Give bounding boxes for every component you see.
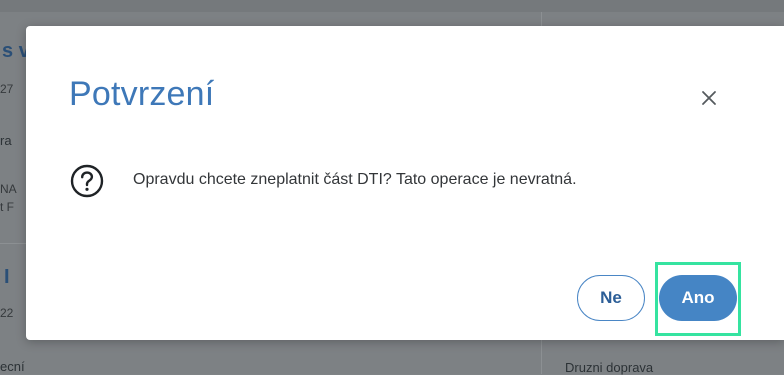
no-button[interactable]: Ne: [577, 275, 645, 321]
dialog-message: Opravdu chcete zneplatnit část DTI? Tato…: [133, 171, 577, 188]
background-topbar: [0, 0, 784, 12]
close-icon: [702, 91, 716, 105]
dialog-title: Potvrzení: [69, 75, 215, 113]
question-circle-icon: [70, 164, 104, 198]
background-text: 22: [0, 306, 14, 320]
background-text: NA: [0, 182, 17, 196]
background-text: ecní: [0, 359, 25, 374]
close-button[interactable]: [696, 85, 722, 111]
background-text: Druzni doprava: [565, 360, 654, 375]
background-text: I: [4, 266, 10, 288]
background-text: t F: [0, 200, 14, 214]
background-text: ra: [0, 133, 12, 148]
yes-button[interactable]: Ano: [659, 275, 737, 321]
background-text: 27: [0, 82, 14, 96]
confirm-dialog: Potvrzení Opravdu chcete zneplatnit část…: [26, 26, 784, 340]
